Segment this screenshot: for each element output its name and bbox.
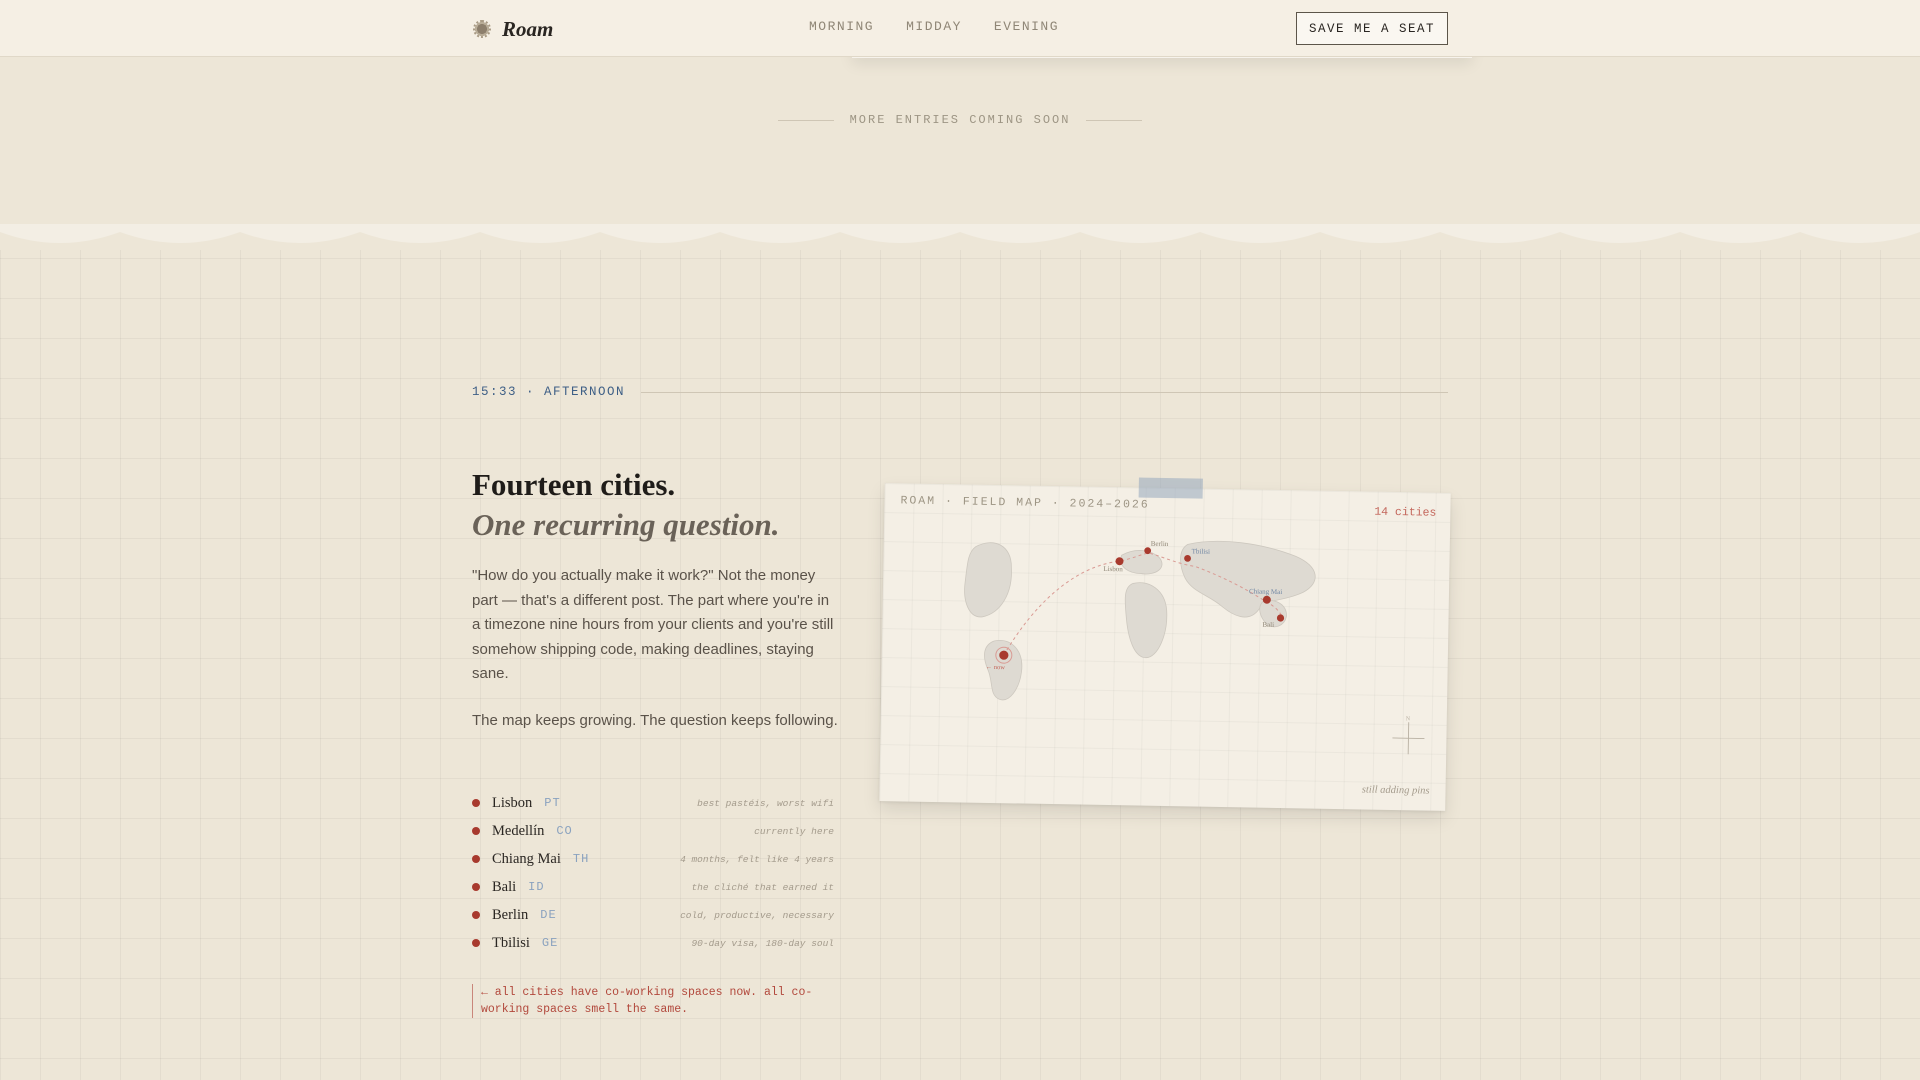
brand-logo[interactable]: Roam bbox=[472, 14, 553, 44]
coming-soon-text: MORE ENTRIES COMING SOON bbox=[849, 113, 1071, 127]
landmass-north-america bbox=[964, 542, 1012, 618]
compass-north-label: N bbox=[1406, 716, 1411, 722]
country-code: DE bbox=[540, 908, 557, 922]
country-code: CO bbox=[556, 824, 573, 838]
compass-icon bbox=[472, 19, 492, 39]
field-map-card: ROAM · FIELD MAP · 2024–2026 14 cities L… bbox=[879, 477, 1451, 811]
city-name: Lisbon bbox=[492, 794, 533, 811]
divider-line bbox=[778, 119, 834, 121]
entry-paragraph: "How do you actually make it work?" Not … bbox=[472, 567, 834, 682]
pin-dot-icon bbox=[472, 939, 480, 947]
city-note: cold, productive, necessary bbox=[680, 909, 834, 921]
city-name: Berlin bbox=[492, 906, 529, 923]
city-note: the cliché that earned it bbox=[691, 881, 834, 893]
city-note: currently here bbox=[754, 825, 834, 837]
city-note: best pastéis, worst wifi bbox=[697, 797, 834, 809]
nav-midday[interactable]: MIDDAY bbox=[906, 19, 962, 34]
list-item: Bali ID the cliché that earned it bbox=[472, 873, 834, 901]
pin-label-chiang-mai: Chiang Mai bbox=[1249, 587, 1282, 596]
nav-evening[interactable]: EVENING bbox=[994, 19, 1059, 34]
list-item: Medellín CO currently here bbox=[472, 817, 834, 845]
city-name: Tbilisi bbox=[492, 934, 530, 951]
list-item: Chiang Mai TH 4 months, felt like 4 year… bbox=[472, 845, 834, 873]
city-list: Lisbon PT best pastéis, worst wifi Medel… bbox=[472, 789, 834, 957]
entry-timestamp-row: 15:33 · AFTERNOON bbox=[472, 384, 1448, 400]
landmass-europe bbox=[1120, 550, 1163, 575]
save-seat-button[interactable]: SAVE ME A SEAT bbox=[1296, 12, 1448, 45]
country-code: TH bbox=[572, 852, 590, 866]
pin-label-now: ← now bbox=[986, 664, 1006, 671]
world-map: Lisbon Berlin Tbilisi Chiang Mai Bali ← … bbox=[964, 540, 1425, 755]
pin-label-tbilisi: Tbilisi bbox=[1192, 547, 1210, 555]
city-name: Medellín bbox=[492, 822, 545, 839]
entry-timestamp: 15:33 · AFTERNOON bbox=[472, 385, 626, 399]
country-code: ID bbox=[528, 880, 545, 894]
list-item: Berlin DE cold, productive, necessary bbox=[472, 901, 834, 929]
country-code: PT bbox=[544, 796, 561, 810]
aside-note: ← all cities have co-working spaces now.… bbox=[472, 984, 842, 1018]
landmass-africa bbox=[1124, 582, 1168, 659]
divider-line bbox=[641, 391, 1448, 393]
pin-label-berlin: Berlin bbox=[1151, 540, 1169, 548]
city-name: Chiang Mai bbox=[492, 850, 561, 867]
compass-rose-icon bbox=[1392, 722, 1425, 755]
nav-morning[interactable]: MORNING bbox=[809, 19, 874, 34]
city-name: Bali bbox=[492, 878, 517, 895]
pin-dot-icon bbox=[472, 855, 480, 863]
country-code: GE bbox=[541, 936, 559, 950]
brand-name: Roam bbox=[502, 16, 554, 41]
city-note: 90-day visa, 180-day soul bbox=[691, 937, 834, 949]
pin-dot-icon bbox=[472, 799, 480, 807]
site-header: Roam MORNING MIDDAY EVENING SAVE ME A SE… bbox=[0, 0, 1920, 57]
list-item: Lisbon PT best pastéis, worst wifi bbox=[472, 789, 834, 817]
pin-label-bali: Bali bbox=[1262, 621, 1274, 629]
list-item: Tbilisi GE 90-day visa, 180-day soul bbox=[472, 929, 834, 957]
main-nav: MORNING MIDDAY EVENING bbox=[809, 19, 1059, 34]
entry-title: Fourteen cities. bbox=[472, 467, 676, 502]
coming-soon-divider: MORE ENTRIES COMING SOON bbox=[778, 112, 1143, 128]
scalloped-divider bbox=[0, 224, 1920, 243]
pin-dot-icon bbox=[472, 827, 480, 835]
entry-subtitle: One recurring question. bbox=[472, 507, 780, 542]
divider-line bbox=[1086, 119, 1143, 121]
entry-paragraph: The map keeps growing. The question keep… bbox=[472, 712, 838, 729]
city-note: 4 months, felt like 4 years bbox=[680, 853, 834, 865]
pin-dot-icon bbox=[472, 883, 480, 891]
map-footer-note: still adding pins bbox=[1361, 784, 1430, 797]
pin-dot-icon bbox=[472, 911, 480, 919]
pin-label-lisbon: Lisbon bbox=[1103, 565, 1123, 573]
